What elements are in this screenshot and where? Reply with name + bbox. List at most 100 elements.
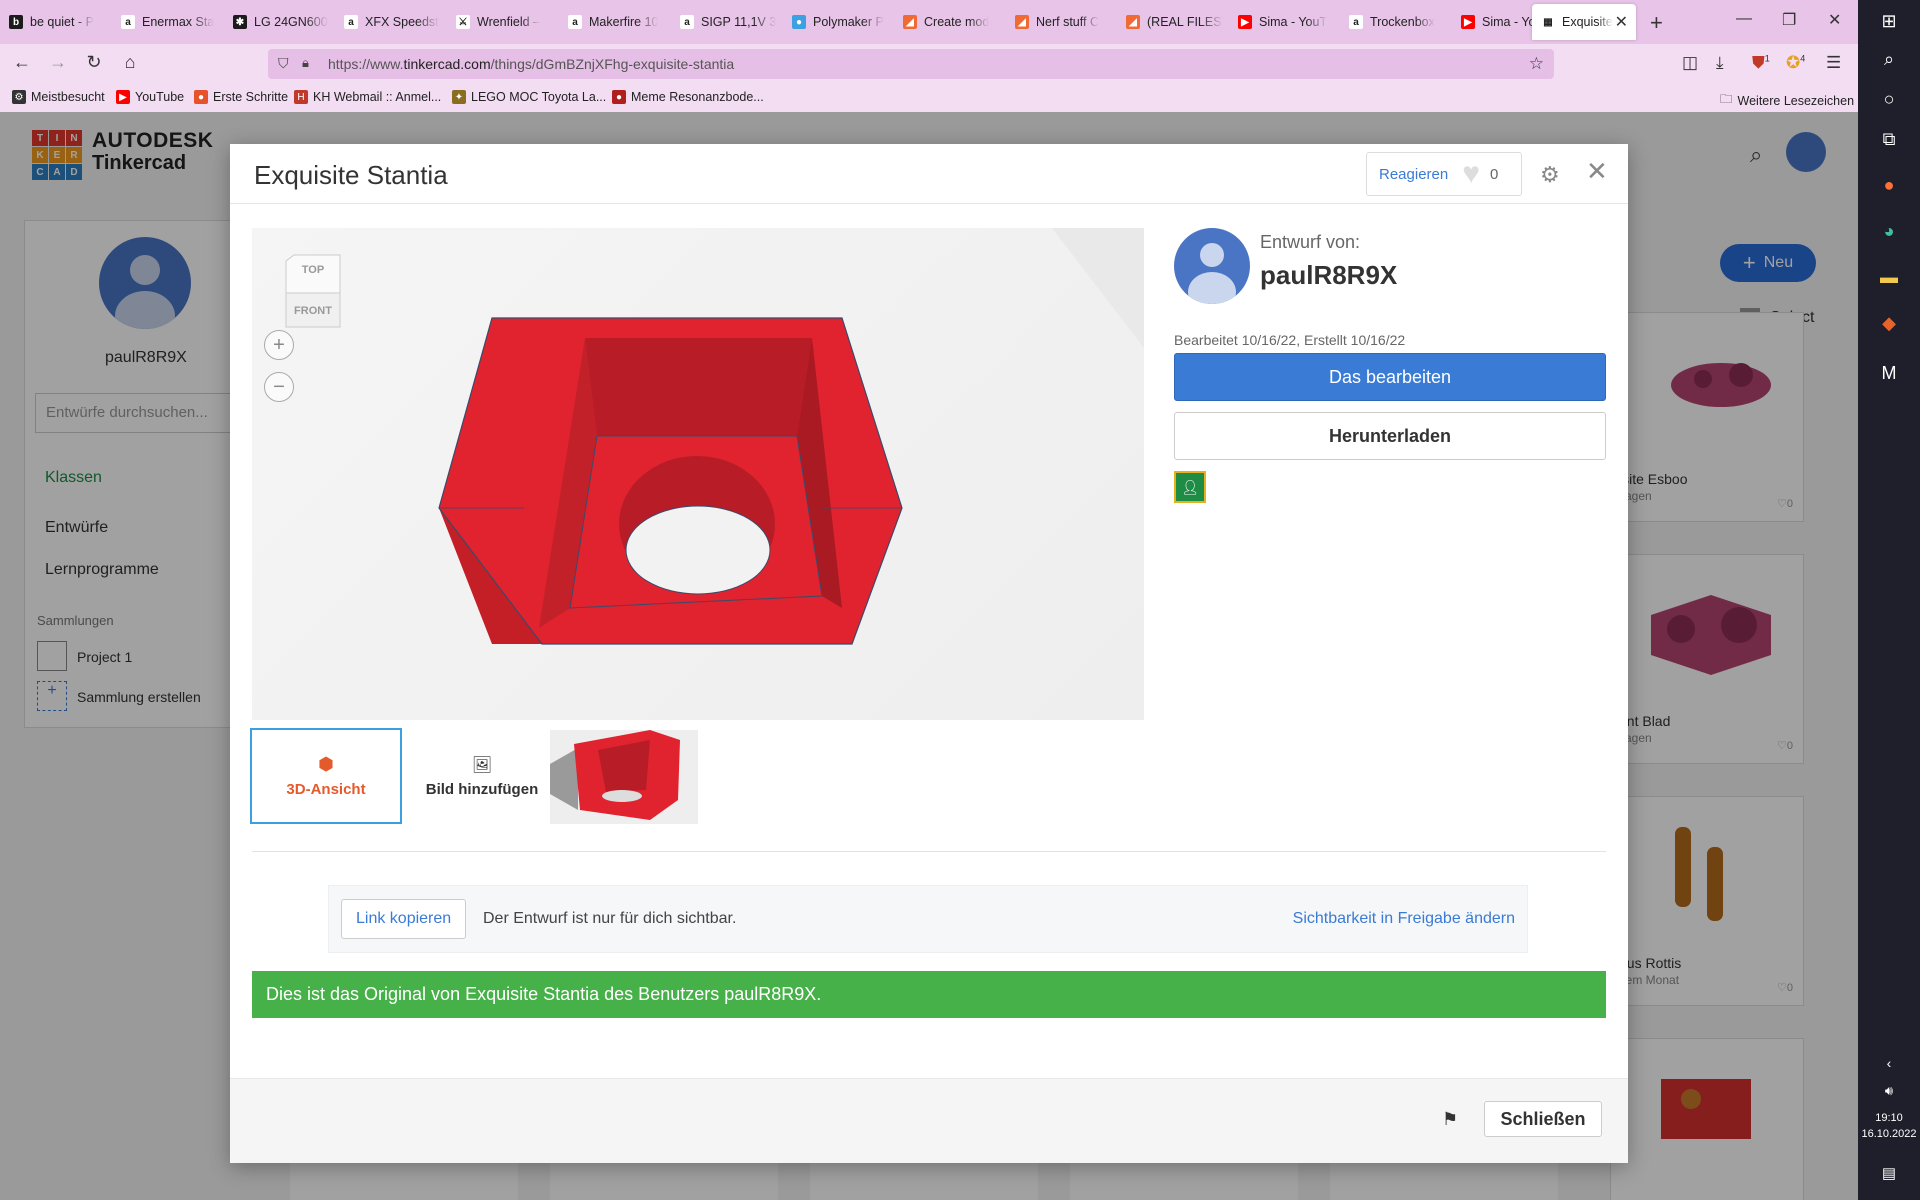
youtube-icon: ▶ — [1461, 15, 1475, 29]
downloads-icon[interactable]: ⤓ — [1716, 53, 1724, 73]
extension-icon[interactable]: ✪4 — [1786, 53, 1805, 73]
address-bar[interactable]: ⛉ 🔒︎ https://www.tinkercad.com/things/dG… — [268, 49, 1554, 79]
copy-link-button[interactable]: Link kopieren — [341, 899, 467, 939]
forward-icon[interactable]: → — [46, 52, 70, 73]
notification-icon[interactable]: ▤ — [1876, 1160, 1902, 1186]
search-icon[interactable]: ⌕ — [1876, 46, 1902, 72]
back-icon[interactable]: ← — [10, 52, 34, 73]
browser-tab[interactable]: ◢ Create mod — [894, 7, 1000, 37]
image-thumbnail[interactable] — [550, 730, 698, 824]
heart-icon: ♥ — [1462, 157, 1481, 190]
pocket-icon[interactable]: ◫ — [1682, 53, 1698, 73]
minimize-icon[interactable]: — — [1736, 10, 1752, 28]
task-view-icon[interactable]: ⧉ — [1876, 126, 1902, 152]
windows-start-icon[interactable]: ⊞ — [1876, 8, 1902, 34]
browser-tab[interactable]: ⚔ Wrenfield – — [447, 7, 553, 37]
add-image-button[interactable]: 🖼︎ Bild hinzufügen — [408, 728, 556, 824]
3d-viewer[interactable]: TOP FRONT + − — [252, 228, 1144, 720]
edit-design-button[interactable]: Das bearbeiten — [1174, 353, 1606, 401]
browser-tab[interactable]: ◢ Nerf stuff C — [1006, 7, 1112, 37]
close-icon[interactable]: ✕ — [1586, 158, 1608, 184]
edge-icon[interactable]: ◕ — [1876, 218, 1902, 244]
design-dates: Bearbeitet 10/16/22, Erstellt 10/16/22 — [1174, 332, 1406, 348]
lock-icon[interactable]: 🔒︎ — [302, 55, 309, 71]
tab-label: be quiet - P — [30, 15, 94, 29]
bookmark-item[interactable]: ● Meme Resonanzbode... — [612, 90, 764, 104]
polymaker-icon: ● — [792, 15, 806, 29]
bookmark-label: Meme Resonanzbode... — [631, 90, 764, 104]
bookmark-item[interactable]: ▶ YouTube — [116, 90, 184, 104]
reload-icon[interactable]: ↻ — [82, 52, 106, 73]
bequiet-icon: b — [9, 15, 23, 29]
browser-tab[interactable]: a XFX Speedst — [335, 7, 441, 37]
home-icon[interactable]: ⌂ — [118, 52, 142, 73]
visibility-text: Der Entwurf ist nur für dich sichtbar. — [483, 910, 737, 927]
bookmark-item[interactable]: H KH Webmail :: Anmel... — [294, 90, 441, 104]
bookmark-item[interactable]: ● Erste Schritte — [194, 90, 288, 104]
google-classroom-icon[interactable]: 👤︎ — [1174, 471, 1206, 503]
amazon-icon: a — [568, 15, 582, 29]
tab-label: Create mod — [924, 15, 990, 29]
browser-tab[interactable]: a Enermax Sta — [112, 7, 218, 37]
bookmark-item[interactable]: ✦ LEGO MOC Toyota La... — [452, 90, 606, 104]
restore-icon[interactable]: ❐ — [1782, 10, 1796, 30]
new-tab-button[interactable]: + — [1650, 10, 1663, 36]
mw-app-icon[interactable]: M — [1876, 360, 1902, 386]
browser-tab[interactable]: ● Polymaker P — [783, 7, 889, 37]
browser-tab[interactable]: ✱ LG 24GN600 — [224, 7, 330, 37]
bookmark-item[interactable]: ⚙ Meistbesucht — [12, 90, 105, 104]
file-explorer-icon[interactable]: ▬ — [1876, 264, 1902, 290]
clock-date: 16.10.2022 — [1861, 1128, 1917, 1140]
tab-label: Exquisite — [1562, 15, 1613, 29]
react-button[interactable]: Reagieren ♥ 0 — [1366, 152, 1522, 196]
browser-tab[interactable]: a Makerfire 10 — [559, 7, 665, 37]
chevron-left-icon[interactable]: ‹ — [1876, 1050, 1902, 1076]
close-tab-icon[interactable]: ✕ — [1615, 12, 1628, 32]
bookmark-star-icon[interactable]: ☆ — [1529, 54, 1544, 74]
author-avatar[interactable] — [1174, 228, 1250, 304]
thumbnail-3d-view[interactable]: ⬢ 3D-Ansicht — [250, 728, 402, 824]
browser-tab[interactable]: b be quiet - P — [0, 7, 106, 37]
menu-icon[interactable]: ☰ — [1826, 53, 1841, 73]
tab-label: Nerf stuff C — [1036, 15, 1099, 29]
author-name[interactable]: paulR8R9X — [1260, 260, 1397, 291]
firefox-icon: ● — [194, 90, 208, 104]
tab-label: Trockenbox — [1370, 15, 1435, 29]
extension-shield-icon[interactable]: ⛊1 — [1752, 53, 1770, 73]
tab-label: Enermax Sta — [142, 15, 215, 29]
bookmark-label: Erste Schritte — [213, 90, 289, 104]
firefox-icon[interactable]: ● — [1876, 172, 1902, 198]
browser-tab[interactable]: ▶ Sima - YouT — [1229, 7, 1335, 37]
close-window-icon[interactable]: ✕ — [1828, 10, 1841, 30]
browser-tab[interactable]: ◢ (REAL FILES) — [1117, 7, 1223, 37]
share-bar: Link kopieren Der Entwurf ist nur für di… — [328, 885, 1528, 953]
bookmark-label: LEGO MOC Toyota La... — [471, 90, 607, 104]
gear-icon[interactable]: ⚙ — [1540, 162, 1560, 188]
youtube-icon: ▶ — [1238, 15, 1252, 29]
design-modal: Exquisite Stantia Reagieren ♥ 0 ⚙ ✕ TOP … — [230, 144, 1628, 1163]
flag-icon[interactable]: ⚑ — [1442, 1109, 1458, 1130]
tab-label: (REAL FILES) — [1147, 15, 1223, 29]
clock[interactable]: 19:10 16.10.2022 — [1858, 1110, 1920, 1142]
bookmark-label: KH Webmail :: Anmel... — [313, 90, 442, 104]
lg-icon: ✱ — [233, 15, 247, 29]
close-button[interactable]: Schließen — [1484, 1101, 1602, 1137]
app-icon[interactable]: ◆ — [1876, 310, 1902, 336]
shield-icon[interactable]: ⛉ — [278, 55, 289, 72]
more-bookmarks[interactable]: 🗀 Weitere Lesezeichen — [1720, 90, 1854, 111]
change-visibility-link[interactable]: Sichtbarkeit in Freigabe ändern — [1293, 910, 1515, 928]
browser-window: b be quiet - P a Enermax Sta ✱ LG 24GN600 a XFX… — [0, 0, 1858, 1200]
tab-label: Makerfire 10 — [589, 15, 659, 29]
download-button[interactable]: Herunterladen — [1174, 412, 1606, 460]
tinkercad-icon: ▦ — [1541, 15, 1555, 29]
browser-tab[interactable]: a Trockenbox — [1340, 7, 1446, 37]
cube-icon: ⬢ — [318, 754, 334, 774]
volume-icon[interactable]: 🔊︎ — [1876, 1078, 1902, 1104]
browser-tab[interactable]: a SIGP 11,1V 3 — [671, 7, 777, 37]
browser-tab[interactable]: ▦ Exquisite ✕ — [1532, 4, 1636, 40]
cortana-icon[interactable]: ○ — [1876, 86, 1902, 112]
bookmarks-bar: 🗀 Weitere Lesezeichen ⚙ Meistbesucht ▶ YouTu… — [0, 84, 1858, 112]
wrench-icon: ⚔ — [456, 15, 470, 29]
curseforge-icon: ◢ — [1015, 15, 1029, 29]
tab-label: SIGP 11,1V 3 — [701, 15, 777, 29]
